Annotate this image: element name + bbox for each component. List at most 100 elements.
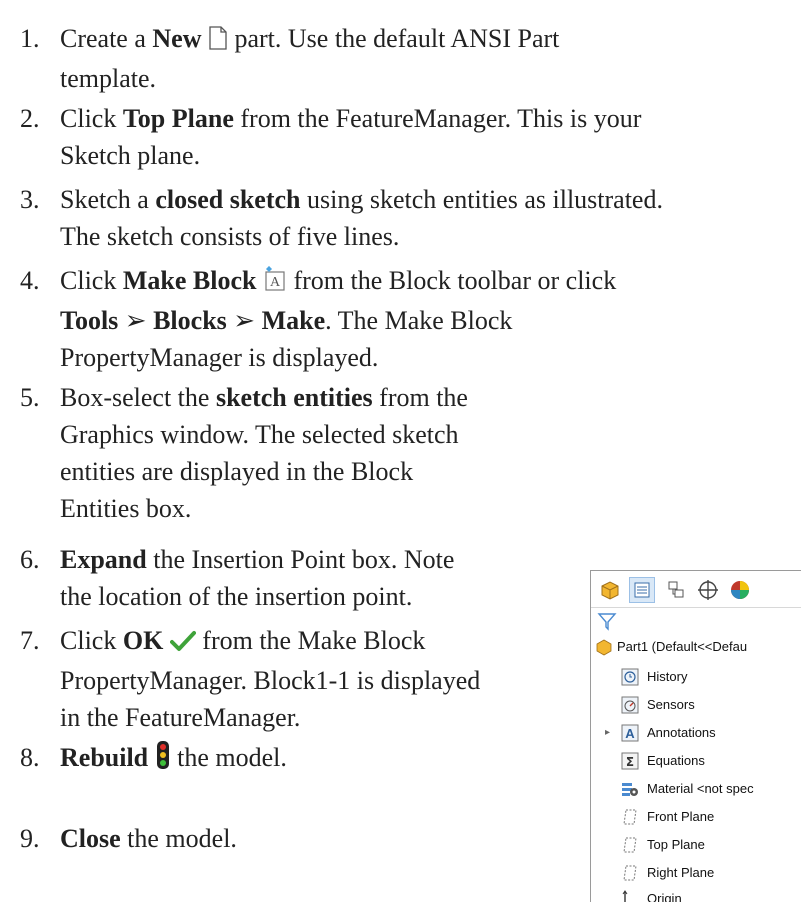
- new-document-icon: [208, 23, 228, 60]
- display-manager-tab[interactable]: [727, 577, 753, 603]
- tree-root-label: Part1 (Default<<Defau: [617, 639, 748, 654]
- filter-icon: [597, 613, 617, 631]
- part-icon: [596, 639, 612, 656]
- step-5: 5. Box-select the sketch entities from t…: [20, 379, 580, 527]
- tree-item-label: Equations: [647, 753, 705, 768]
- expand-arrow-icon[interactable]: ▸: [605, 723, 610, 743]
- plane-icon: [623, 809, 637, 825]
- step-text: using sketch entities as illustrated.: [300, 185, 663, 214]
- step-text: Click: [60, 104, 123, 133]
- plane-icon: [623, 837, 637, 853]
- step-text: . The Make Block: [325, 305, 513, 335]
- step-number: 5.: [20, 383, 40, 412]
- property-list-icon: [634, 582, 650, 598]
- dimxpert-tab[interactable]: [695, 577, 721, 603]
- equations-icon: Σ: [621, 752, 639, 770]
- annotations-icon: A: [621, 724, 639, 742]
- step-number: 3.: [20, 185, 40, 214]
- tree-item-label: Front Plane: [647, 809, 715, 824]
- make-block-icon: A: [263, 265, 287, 302]
- step-2: 2. Click Top Plane from the FeatureManag…: [20, 100, 780, 174]
- step-text: PropertyManager is displayed.: [60, 342, 379, 372]
- step-keyword: Rebuild: [60, 743, 149, 772]
- step-text: Box-select the: [60, 383, 216, 412]
- step-text: part. Use the default ANSI Part: [227, 24, 560, 53]
- step-text: in the FeatureManager.: [60, 702, 301, 732]
- svg-text:A: A: [270, 275, 281, 290]
- step-text: Graphics window. The selected sketch: [60, 420, 459, 449]
- tree-item-label: History: [647, 669, 688, 684]
- feature-manager-tabs: [591, 571, 801, 608]
- step-text: the location of the insertion point.: [60, 582, 413, 611]
- configuration-icon: [668, 581, 684, 598]
- step-text: from the: [372, 383, 468, 412]
- plane-icon: [623, 865, 637, 881]
- arrow-separator: ➢: [233, 305, 256, 335]
- sensors-icon: [621, 696, 639, 714]
- tree-item-label: Origin: [647, 891, 682, 902]
- step-text: the model.: [120, 824, 237, 853]
- step-text: Click: [60, 266, 123, 295]
- step-keyword: closed sketch: [155, 185, 301, 214]
- svg-text:A: A: [625, 726, 635, 741]
- step-number: 4.: [20, 266, 40, 295]
- ok-checkmark-icon: [169, 625, 196, 662]
- step-4: 4. Click Make Block A from the Block too…: [20, 262, 780, 376]
- step-keyword: Make: [261, 305, 326, 335]
- step-text: Create a: [60, 24, 153, 53]
- step-1: 1. Create a New part. Use the default AN…: [20, 20, 780, 97]
- featuremanager-tab[interactable]: [597, 577, 623, 603]
- step-keyword: sketch entities: [215, 383, 373, 412]
- step-keyword: Make Block: [122, 266, 257, 295]
- step-text: The sketch consists of five lines.: [60, 222, 400, 251]
- arrow-separator: ➢: [124, 305, 147, 335]
- history-icon: [621, 668, 639, 686]
- step-text: from the Make Block: [195, 626, 426, 655]
- feature-manager-panel: Part1 (Default<<Defau History Sensors ▸ …: [590, 570, 801, 902]
- material-icon: [622, 783, 638, 796]
- step-text: from the Block toolbar or click: [286, 266, 617, 295]
- step-text: Click: [60, 626, 123, 655]
- step-number: 8.: [20, 743, 40, 772]
- rebuild-traffic-light-icon: [155, 740, 171, 780]
- step-9: 9. Close the model.: [20, 820, 580, 857]
- propertymanager-tab[interactable]: [629, 577, 655, 603]
- step-keyword: OK: [122, 626, 164, 655]
- step-number: 1.: [20, 24, 40, 53]
- step-keyword: Blocks: [153, 305, 227, 335]
- step-keyword: Top Plane: [122, 104, 234, 133]
- tree-item-label: Sensors: [647, 697, 695, 712]
- step-text: Entities box.: [60, 494, 192, 523]
- tree-item-label: Top Plane: [647, 837, 705, 852]
- crosshair-icon: [698, 580, 718, 600]
- step-keyword: Tools: [60, 305, 119, 335]
- step-number: 2.: [20, 104, 40, 133]
- step-text: from the FeatureManager. This is your: [233, 104, 642, 133]
- step-8: 8. Rebuild the model.: [20, 739, 580, 780]
- step-text: Sketch a: [60, 185, 156, 214]
- origin-icon: [622, 890, 628, 902]
- step-text: PropertyManager. Block1-1 is displayed: [60, 665, 481, 695]
- step-keyword: Close: [60, 824, 121, 853]
- part-icon: [601, 581, 619, 600]
- tree-item-label: Annotations: [647, 725, 716, 740]
- step-keyword: New: [152, 24, 202, 53]
- configurationmanager-tab[interactable]: [663, 577, 689, 603]
- step-text: entities are displayed in the Block: [60, 457, 414, 486]
- step-text: template.: [60, 63, 157, 93]
- step-number: 9.: [20, 824, 40, 853]
- step-text: Sketch plane.: [60, 141, 201, 170]
- step-text: the model.: [170, 743, 287, 772]
- step-number: 6.: [20, 545, 40, 574]
- step-text: the Insertion Point box. Note: [146, 545, 455, 574]
- tree-item-label: Right Plane: [647, 865, 715, 880]
- appearance-sphere-icon: [731, 581, 749, 599]
- step-7: 7. Click OK from the Make Block Property…: [20, 622, 580, 736]
- filter-icon-row[interactable]: [597, 611, 617, 631]
- step-6: 6. Expand the Insertion Point box. Note …: [20, 541, 580, 615]
- step-3: 3. Sketch a closed sketch using sketch e…: [20, 181, 800, 255]
- step-keyword: Expand: [60, 545, 147, 574]
- svg-text:Σ: Σ: [626, 755, 634, 769]
- tree-item-label: Material <not spec: [647, 781, 754, 796]
- step-number: 7.: [20, 626, 40, 655]
